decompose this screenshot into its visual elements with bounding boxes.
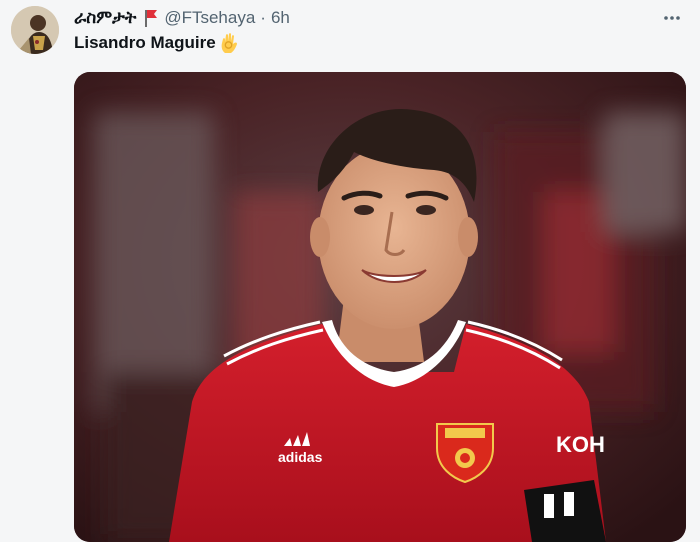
tweet: ራስምታት @FTsehaya · 6h Lisandro Maguire ad…	[0, 0, 700, 542]
more-horizontal-icon[interactable]	[658, 6, 686, 30]
tweet-text-content: Lisandro Maguire	[74, 33, 216, 52]
avatar[interactable]	[11, 6, 59, 54]
display-name[interactable]: ራስምታት	[74, 8, 136, 28]
tweet-header: ራስምታት @FTsehaya · 6h	[74, 5, 290, 31]
sponsor-text: KOH	[556, 432, 605, 457]
red-flag-icon	[144, 9, 158, 27]
timestamp[interactable]: 6h	[271, 8, 290, 28]
kit-brand-text: adidas	[278, 449, 323, 465]
tweet-text: Lisandro Maguire	[74, 32, 239, 54]
tweet-media-image[interactable]: adidas KOH	[74, 72, 686, 542]
ok-hand-emoji-icon	[219, 32, 239, 54]
separator-dot: ·	[260, 8, 266, 27]
user-handle[interactable]: @FTsehaya	[164, 8, 255, 28]
